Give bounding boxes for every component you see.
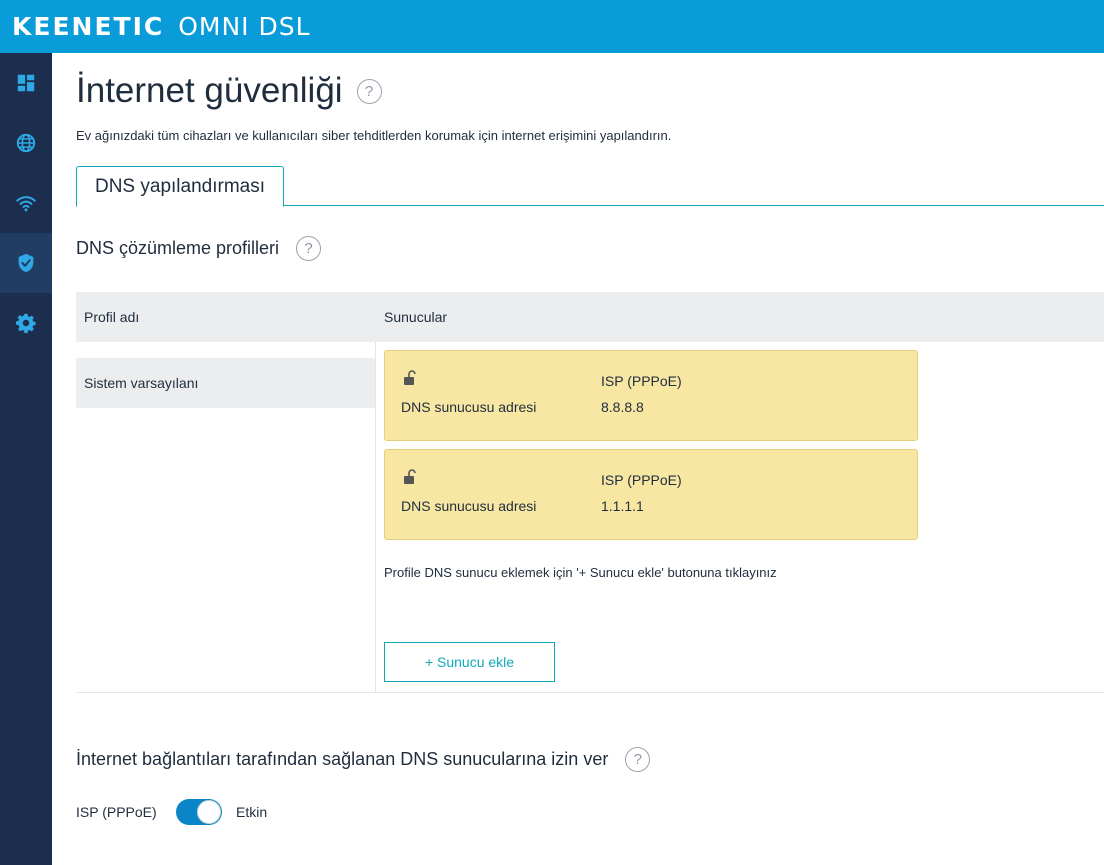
isp-dns-toggle-row: ISP (PPPoE) Etkin bbox=[76, 798, 476, 828]
column-header-profile: Profil adı bbox=[84, 309, 140, 325]
page-title: İnternet güvenliği bbox=[76, 71, 343, 110]
title-row: İnternet güvenliği ? bbox=[76, 71, 382, 111]
brand-model: OMNI DSL bbox=[178, 12, 311, 41]
table-header: Profil adı Sunucular bbox=[76, 292, 1104, 342]
lock-icon bbox=[404, 469, 416, 484]
help-icon[interactable]: ? bbox=[356, 78, 382, 104]
toggle-knob bbox=[197, 800, 221, 824]
profile-row-system-default[interactable]: Sistem varsayılanı bbox=[76, 358, 375, 408]
shield-icon bbox=[18, 253, 34, 273]
dns-profiles-header: DNS çözümleme profilleri ? bbox=[76, 236, 322, 261]
brand-name: KEENETIC bbox=[12, 12, 165, 41]
add-server-hint: Profile DNS sunucu eklemek için '+ Sunuc… bbox=[384, 565, 777, 580]
sidebar-item-dashboard[interactable] bbox=[0, 53, 52, 113]
help-icon[interactable]: ? bbox=[625, 747, 651, 772]
column-divider bbox=[375, 342, 376, 692]
add-server-button[interactable]: + Sunucu ekle bbox=[384, 642, 555, 682]
sidebar-item-security[interactable] bbox=[0, 233, 52, 293]
isp-dns-toggle[interactable] bbox=[176, 799, 222, 825]
dashboard-icon bbox=[17, 74, 35, 92]
lock-icon bbox=[404, 370, 416, 385]
help-icon[interactable]: ? bbox=[296, 236, 322, 261]
globe-icon bbox=[16, 133, 36, 153]
wifi-icon bbox=[16, 196, 36, 212]
sidebar-item-settings[interactable] bbox=[0, 293, 52, 353]
gear-icon bbox=[15, 313, 36, 334]
brand-logo[interactable]: KEENETIC OMNI DSL bbox=[12, 12, 311, 41]
sidebar-item-wifi[interactable] bbox=[0, 173, 52, 233]
page-subtitle: Ev ağınızdaki tüm cihazları ve kullanıcı… bbox=[76, 128, 672, 143]
top-header: KEENETIC OMNI DSL bbox=[0, 0, 1104, 53]
profile-name: Sistem varsayılanı bbox=[84, 375, 199, 391]
tab-bar: DNS yapılandırması bbox=[76, 166, 1104, 207]
server-address-label: DNS sunucusu adresi bbox=[401, 399, 537, 415]
server-source: ISP (PPPoE) bbox=[601, 472, 682, 488]
sidebar bbox=[0, 53, 52, 865]
dns-server-card[interactable]: ISP (PPPoE) DNS sunucusu adresi 8.8.8.8 bbox=[384, 350, 918, 441]
server-address-value: 1.1.1.1 bbox=[601, 498, 644, 514]
section-divider bbox=[76, 692, 1104, 693]
column-header-servers: Sunucular bbox=[384, 309, 448, 325]
allow-isp-dns-header: İnternet bağlantıları tarafından sağlana… bbox=[76, 747, 651, 772]
server-address-label: DNS sunucusu adresi bbox=[401, 498, 537, 514]
toggle-state-label: Etkin bbox=[236, 804, 268, 820]
dns-profiles-title: DNS çözümleme profilleri bbox=[76, 238, 280, 258]
sidebar-item-internet[interactable] bbox=[0, 113, 52, 173]
server-address-value: 8.8.8.8 bbox=[601, 399, 644, 415]
tab-dns-configuration[interactable]: DNS yapılandırması bbox=[76, 166, 284, 207]
server-source: ISP (PPPoE) bbox=[601, 373, 682, 389]
main-content: İnternet güvenliği ? Ev ağınızdaki tüm c… bbox=[52, 53, 1104, 865]
connection-label: ISP (PPPoE) bbox=[76, 804, 157, 820]
dns-server-card[interactable]: ISP (PPPoE) DNS sunucusu adresi 1.1.1.1 bbox=[384, 449, 918, 540]
allow-isp-dns-title: İnternet bağlantıları tarafından sağlana… bbox=[76, 749, 609, 769]
